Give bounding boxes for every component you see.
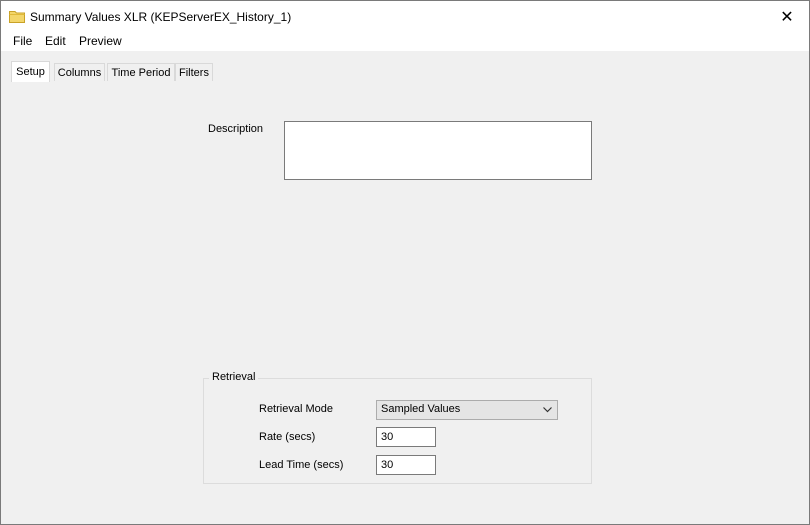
menu-file[interactable]: File — [11, 34, 34, 48]
chevron-down-icon — [543, 407, 552, 413]
setup-panel: Description Retrieval Retrieval Mode Sam… — [9, 81, 799, 521]
title-bar[interactable]: Summary Values XLR (KEPServerEX_History_… — [1, 1, 809, 32]
tab-setup[interactable]: Setup — [11, 61, 50, 82]
lead-time-label: Lead Time (secs) — [259, 459, 344, 471]
window-title: Summary Values XLR (KEPServerEX_History_… — [30, 10, 292, 24]
folder-icon — [9, 11, 25, 23]
description-label: Description — [208, 123, 264, 135]
description-field[interactable] — [284, 121, 592, 180]
retrieval-group-title: Retrieval — [209, 371, 259, 383]
tab-strip: Setup Columns Time Period Filters — [9, 61, 799, 83]
lead-time-field[interactable] — [376, 455, 436, 475]
retrieval-mode-select[interactable]: Sampled Values — [376, 400, 558, 420]
client-area: Setup Columns Time Period Filters Descri… — [1, 51, 809, 524]
menu-bar: File Edit Preview — [1, 32, 809, 51]
retrieval-group: Retrieval Retrieval Mode Sampled Values … — [203, 371, 592, 484]
tab-time-period[interactable]: Time Period — [107, 63, 175, 82]
close-button[interactable]: ✕ — [765, 1, 809, 32]
menu-preview[interactable]: Preview — [77, 34, 124, 48]
menu-edit[interactable]: Edit — [43, 34, 68, 48]
app-window: Summary Values XLR (KEPServerEX_History_… — [0, 0, 810, 525]
close-icon: ✕ — [780, 8, 794, 26]
tab-filters[interactable]: Filters — [175, 63, 213, 82]
rate-label: Rate (secs) — [259, 431, 316, 443]
tab-columns[interactable]: Columns — [54, 63, 105, 82]
retrieval-mode-value: Sampled Values — [381, 403, 461, 415]
retrieval-mode-label: Retrieval Mode — [259, 403, 333, 415]
rate-field[interactable] — [376, 427, 436, 447]
